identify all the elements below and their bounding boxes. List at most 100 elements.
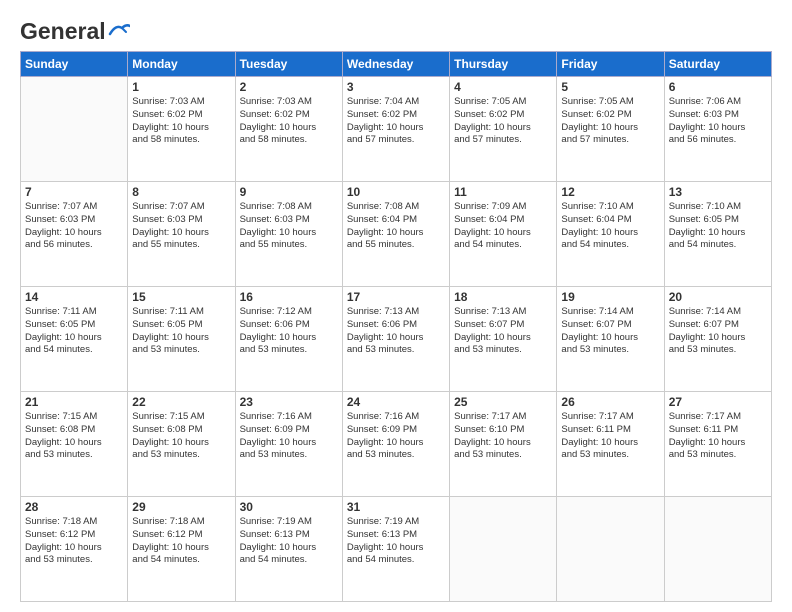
- cell-info: Sunrise: 7:13 AM Sunset: 6:07 PM Dayligh…: [454, 306, 552, 357]
- day-number: 18: [454, 290, 552, 304]
- col-header-saturday: Saturday: [664, 52, 771, 77]
- logo-general: General: [20, 18, 106, 45]
- cell-info: Sunrise: 7:10 AM Sunset: 6:04 PM Dayligh…: [561, 201, 659, 252]
- cell-info: Sunrise: 7:04 AM Sunset: 6:02 PM Dayligh…: [347, 96, 445, 147]
- day-number: 7: [25, 185, 123, 199]
- calendar-cell: 24 Sunrise: 7:16 AM Sunset: 6:09 PM Dayli…: [342, 392, 449, 497]
- day-number: 25: [454, 395, 552, 409]
- day-number: 30: [240, 500, 338, 514]
- calendar-cell: 23 Sunrise: 7:16 AM Sunset: 6:09 PM Dayli…: [235, 392, 342, 497]
- day-number: 27: [669, 395, 767, 409]
- day-number: 8: [132, 185, 230, 199]
- calendar-cell: 29 Sunrise: 7:18 AM Sunset: 6:12 PM Dayli…: [128, 497, 235, 602]
- day-number: 20: [669, 290, 767, 304]
- week-row-4: 21 Sunrise: 7:15 AM Sunset: 6:08 PM Dayli…: [21, 392, 772, 497]
- calendar-cell: 5 Sunrise: 7:05 AM Sunset: 6:02 PM Daylig…: [557, 77, 664, 182]
- logo: General: [20, 18, 130, 41]
- calendar-table: SundayMondayTuesdayWednesdayThursdayFrid…: [20, 51, 772, 602]
- cell-info: Sunrise: 7:15 AM Sunset: 6:08 PM Dayligh…: [25, 411, 123, 462]
- day-number: 16: [240, 290, 338, 304]
- calendar-cell: 14 Sunrise: 7:11 AM Sunset: 6:05 PM Dayli…: [21, 287, 128, 392]
- calendar-cell: 7 Sunrise: 7:07 AM Sunset: 6:03 PM Daylig…: [21, 182, 128, 287]
- calendar-cell: 11 Sunrise: 7:09 AM Sunset: 6:04 PM Dayli…: [450, 182, 557, 287]
- day-number: 17: [347, 290, 445, 304]
- cell-info: Sunrise: 7:16 AM Sunset: 6:09 PM Dayligh…: [240, 411, 338, 462]
- calendar-cell: 18 Sunrise: 7:13 AM Sunset: 6:07 PM Dayli…: [450, 287, 557, 392]
- day-number: 9: [240, 185, 338, 199]
- calendar-header-row: SundayMondayTuesdayWednesdayThursdayFrid…: [21, 52, 772, 77]
- cell-info: Sunrise: 7:14 AM Sunset: 6:07 PM Dayligh…: [669, 306, 767, 357]
- cell-info: Sunrise: 7:11 AM Sunset: 6:05 PM Dayligh…: [25, 306, 123, 357]
- cell-info: Sunrise: 7:15 AM Sunset: 6:08 PM Dayligh…: [132, 411, 230, 462]
- calendar-cell: 27 Sunrise: 7:17 AM Sunset: 6:11 PM Dayli…: [664, 392, 771, 497]
- col-header-friday: Friday: [557, 52, 664, 77]
- day-number: 5: [561, 80, 659, 94]
- cell-info: Sunrise: 7:13 AM Sunset: 6:06 PM Dayligh…: [347, 306, 445, 357]
- page: General SundayMondayTuesdayWednesdayThur…: [0, 0, 792, 612]
- calendar-cell: 30 Sunrise: 7:19 AM Sunset: 6:13 PM Dayli…: [235, 497, 342, 602]
- day-number: 26: [561, 395, 659, 409]
- calendar-cell: 4 Sunrise: 7:05 AM Sunset: 6:02 PM Daylig…: [450, 77, 557, 182]
- calendar-cell: 3 Sunrise: 7:04 AM Sunset: 6:02 PM Daylig…: [342, 77, 449, 182]
- day-number: 3: [347, 80, 445, 94]
- calendar-cell: [450, 497, 557, 602]
- cell-info: Sunrise: 7:05 AM Sunset: 6:02 PM Dayligh…: [561, 96, 659, 147]
- day-number: 31: [347, 500, 445, 514]
- day-number: 23: [240, 395, 338, 409]
- calendar-cell: 15Sunrise: 7:11 AM Sunset: 6:05 PM Dayli…: [128, 287, 235, 392]
- calendar-cell: 13 Sunrise: 7:10 AM Sunset: 6:05 PM Dayli…: [664, 182, 771, 287]
- calendar-cell: 6 Sunrise: 7:06 AM Sunset: 6:03 PM Daylig…: [664, 77, 771, 182]
- calendar-cell: 8 Sunrise: 7:07 AM Sunset: 6:03 PM Daylig…: [128, 182, 235, 287]
- calendar-cell: 10 Sunrise: 7:08 AM Sunset: 6:04 PM Dayli…: [342, 182, 449, 287]
- col-header-thursday: Thursday: [450, 52, 557, 77]
- cell-info: Sunrise: 7:16 AM Sunset: 6:09 PM Dayligh…: [347, 411, 445, 462]
- day-number: 24: [347, 395, 445, 409]
- day-number: 29: [132, 500, 230, 514]
- cell-info: Sunrise: 7:05 AM Sunset: 6:02 PM Dayligh…: [454, 96, 552, 147]
- calendar-cell: 1Sunrise: 7:03 AM Sunset: 6:02 PM Daylig…: [128, 77, 235, 182]
- cell-info: Sunrise: 7:09 AM Sunset: 6:04 PM Dayligh…: [454, 201, 552, 252]
- calendar-cell: 19Sunrise: 7:14 AM Sunset: 6:07 PM Dayli…: [557, 287, 664, 392]
- cell-info: Sunrise: 7:10 AM Sunset: 6:05 PM Dayligh…: [669, 201, 767, 252]
- col-header-monday: Monday: [128, 52, 235, 77]
- day-number: 14: [25, 290, 123, 304]
- col-header-wednesday: Wednesday: [342, 52, 449, 77]
- calendar-cell: 31 Sunrise: 7:19 AM Sunset: 6:13 PM Dayli…: [342, 497, 449, 602]
- day-number: 13: [669, 185, 767, 199]
- day-number: 21: [25, 395, 123, 409]
- cell-info: Sunrise: 7:19 AM Sunset: 6:13 PM Dayligh…: [347, 516, 445, 567]
- cell-info: Sunrise: 7:17 AM Sunset: 6:11 PM Dayligh…: [669, 411, 767, 462]
- day-number: 4: [454, 80, 552, 94]
- cell-info: Sunrise: 7:08 AM Sunset: 6:04 PM Dayligh…: [347, 201, 445, 252]
- cell-info: Sunrise: 7:06 AM Sunset: 6:03 PM Dayligh…: [669, 96, 767, 147]
- calendar-cell: [557, 497, 664, 602]
- cell-info: Sunrise: 7:03 AM Sunset: 6:02 PM Dayligh…: [240, 96, 338, 147]
- col-header-tuesday: Tuesday: [235, 52, 342, 77]
- day-number: 6: [669, 80, 767, 94]
- calendar-body: 1 Sunrise: 7:03 AM Sunset: 6:02 PM Daylig…: [21, 77, 772, 602]
- calendar-cell: 20 Sunrise: 7:14 AM Sunset: 6:07 PM Dayli…: [664, 287, 771, 392]
- cell-info: Sunrise: 7:17 AM Sunset: 6:11 PM Dayligh…: [561, 411, 659, 462]
- cell-info: Sunrise: 7:17 AM Sunset: 6:10 PM Dayligh…: [454, 411, 552, 462]
- calendar-cell: 12Sunrise: 7:10 AM Sunset: 6:04 PM Dayli…: [557, 182, 664, 287]
- calendar-cell: [21, 77, 128, 182]
- calendar-cell: 16 Sunrise: 7:12 AM Sunset: 6:06 PM Dayli…: [235, 287, 342, 392]
- day-number: 22: [132, 395, 230, 409]
- week-row-1: 1 Sunrise: 7:03 AM Sunset: 6:02 PM Daylig…: [21, 77, 772, 182]
- cell-info: Sunrise: 7:07 AM Sunset: 6:03 PM Dayligh…: [25, 201, 123, 252]
- day-number: 1: [132, 80, 230, 94]
- cell-info: Sunrise: 7:08 AM Sunset: 6:03 PM Dayligh…: [240, 201, 338, 252]
- cell-info: Sunrise: 7:18 AM Sunset: 6:12 PM Dayligh…: [132, 516, 230, 567]
- calendar-cell: 22 Sunrise: 7:15 AM Sunset: 6:08 PM Dayli…: [128, 392, 235, 497]
- calendar-cell: [664, 497, 771, 602]
- calendar-cell: 25 Sunrise: 7:17 AM Sunset: 6:10 PM Dayli…: [450, 392, 557, 497]
- day-number: 10: [347, 185, 445, 199]
- cell-info: Sunrise: 7:19 AM Sunset: 6:13 PM Dayligh…: [240, 516, 338, 567]
- header: General: [20, 18, 772, 41]
- day-number: 11: [454, 185, 552, 199]
- day-number: 19: [561, 290, 659, 304]
- cell-info: Sunrise: 7:07 AM Sunset: 6:03 PM Dayligh…: [132, 201, 230, 252]
- cell-info: Sunrise: 7:12 AM Sunset: 6:06 PM Dayligh…: [240, 306, 338, 357]
- logo-bird-icon: [108, 22, 130, 38]
- week-row-3: 14 Sunrise: 7:11 AM Sunset: 6:05 PM Dayli…: [21, 287, 772, 392]
